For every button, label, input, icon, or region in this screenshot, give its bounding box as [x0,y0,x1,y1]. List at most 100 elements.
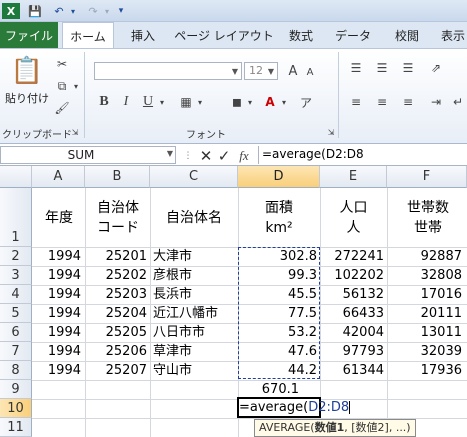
font-color-icon[interactable]: A [262,94,278,110]
redo-dropdown-icon[interactable]: ▾ [102,3,112,19]
table-cell[interactable]: 25207 [86,362,147,380]
save-icon[interactable]: 💾 [26,3,44,19]
paste-label[interactable]: 貼り付け [4,90,50,106]
table-cell[interactable]: 56132 [321,286,384,304]
table-cell[interactable]: 25203 [86,286,147,304]
column-header-d[interactable]: D [238,166,320,188]
table-cell[interactable]: 守山市 [153,362,237,380]
table-cell[interactable]: 272241 [321,248,384,266]
select-all-corner[interactable] [0,166,32,188]
customize-qat-icon[interactable]: ▾ [116,3,126,19]
table-cell[interactable]: 61344 [321,362,384,380]
table-cell[interactable]: 1994 [33,267,81,285]
cell-edit-text[interactable]: =average(D2:D8 [239,399,351,417]
row-header-11[interactable]: 11 [0,418,32,437]
shrink-font-icon[interactable]: A [302,64,318,80]
font-name-dropdown-icon[interactable]: ▼ [229,63,241,79]
undo-dropdown-icon[interactable]: ▾ [68,3,78,19]
tab-formulas[interactable]: 数式 [280,22,322,48]
row-header-5[interactable]: 5 [0,304,32,323]
table-cell[interactable]: 八日市市 [153,324,237,342]
table-cell[interactable]: 102202 [321,267,384,285]
name-box-dropdown-icon[interactable]: ▼ [167,149,173,158]
format-painter-icon[interactable]: 🖌 [54,100,70,116]
font-size-combo[interactable]: 12 ▼ [244,62,278,80]
table-cell[interactable]: 13011 [388,324,462,342]
table-cell[interactable]: 1994 [33,286,81,304]
row-header-7[interactable]: 7 [0,342,32,361]
row-header-8[interactable]: 8 [0,361,32,380]
table-cell[interactable]: 草津市 [153,343,237,361]
column-header-c[interactable]: C [150,166,238,188]
column-header-e[interactable]: E [320,166,387,188]
tab-review[interactable]: 校閲 [384,22,430,48]
enter-icon[interactable]: ✓ [216,147,232,165]
table-cell[interactable]: 1994 [33,362,81,380]
tab-page-layout[interactable]: ページ レイアウト [172,22,276,48]
row-header-4[interactable]: 4 [0,285,32,304]
fill-color-dropdown-icon[interactable]: ▾ [246,94,254,110]
font-name-combo[interactable]: ▼ [94,62,242,80]
indent-icon[interactable]: ⇥ [426,94,446,110]
tooltip-function[interactable]: AVERAGE( [259,421,315,434]
name-box[interactable]: SUM ▼ [0,146,176,164]
table-cell[interactable]: 25204 [86,305,147,323]
grow-font-icon[interactable]: A [284,62,302,80]
table-cell[interactable]: 25201 [86,248,147,266]
row-header-2[interactable]: 2 [0,247,32,266]
font-size-dropdown-icon[interactable]: ▼ [265,63,277,79]
function-tooltip[interactable]: AVERAGE(数値1, [数値2], ...) [254,419,416,437]
table-cell[interactable]: 大津市 [153,248,237,266]
bold-button[interactable]: B [96,94,112,110]
table-cell[interactable]: 25205 [86,324,147,342]
tab-view[interactable]: 表示 [436,22,467,48]
table-cell[interactable]: 17936 [388,362,462,380]
tab-home[interactable]: ホーム [62,22,114,49]
tab-data[interactable]: データ [328,22,378,48]
phonetic-icon[interactable]: ア [298,94,314,110]
table-cell[interactable]: 1994 [33,305,81,323]
copy-icon[interactable]: ⧉ [54,78,70,94]
table-cell[interactable]: 20111 [388,305,462,323]
align-top-icon[interactable]: ☰ [346,60,366,76]
cancel-icon[interactable]: ✕ [198,147,214,165]
table-cell[interactable]: 17016 [388,286,462,304]
row-header-9[interactable]: 9 [0,380,32,399]
table-cell[interactable]: 1994 [33,343,81,361]
table-cell[interactable]: 97793 [321,343,384,361]
borders-dropdown-icon[interactable]: ▾ [196,94,204,110]
align-left-icon[interactable]: ≡ [346,94,366,110]
row-header-10[interactable]: 10 [0,399,32,418]
formula-input[interactable]: =average(D2:D8 [262,147,364,161]
cut-icon[interactable]: ✂ [54,56,70,72]
table-cell[interactable]: 32808 [388,267,462,285]
borders-icon[interactable]: ▦ [178,94,194,110]
table-cell[interactable]: 1994 [33,324,81,342]
font-launcher-icon[interactable]: ⇲ [326,126,336,138]
redo-icon[interactable]: ↷ [84,3,102,19]
tab-insert[interactable]: 挿入 [120,22,166,48]
table-cell[interactable]: 近江八幡市 [153,305,237,323]
copy-dropdown-icon[interactable]: ▾ [72,78,80,94]
clipboard-launcher-icon[interactable]: ⇲ [70,126,80,138]
italic-button[interactable]: I [118,94,134,110]
paste-icon[interactable]: 📋 [10,54,44,88]
tooltip-arg1[interactable]: 数値1 [315,421,345,434]
fill-color-icon[interactable]: ◼ [228,94,246,110]
column-header-b[interactable]: B [85,166,150,188]
row-header-3[interactable]: 3 [0,266,32,285]
table-cell[interactable]: 92887 [388,248,462,266]
table-cell[interactable]: 25202 [86,267,147,285]
align-middle-icon[interactable]: ☰ [372,60,392,76]
align-right-icon[interactable]: ≡ [398,94,418,110]
wrap-text-icon[interactable]: ↵ [450,94,466,110]
table-cell[interactable]: 1994 [33,248,81,266]
align-bottom-icon[interactable]: ☰ [398,60,418,76]
undo-icon[interactable]: ↶ [50,3,68,19]
table-cell[interactable]: 42004 [321,324,384,342]
underline-button[interactable]: U [140,94,156,110]
orientation-icon[interactable]: ⇗ [426,60,446,76]
table-cell[interactable]: 長浜市 [153,286,237,304]
insert-function-icon[interactable]: fx [234,147,254,165]
table-cell[interactable]: 25206 [86,343,147,361]
